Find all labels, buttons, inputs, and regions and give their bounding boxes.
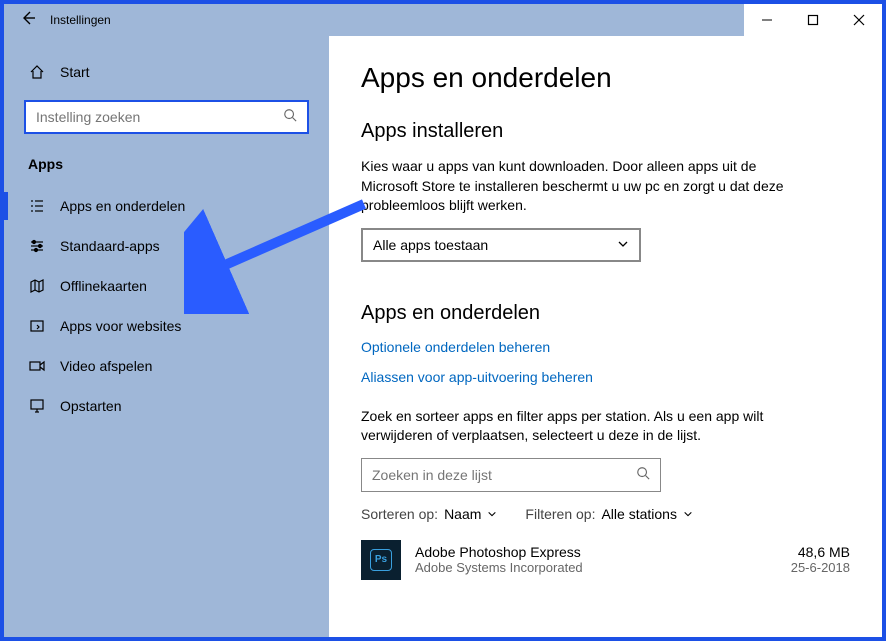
install-description: Kies waar u apps van kunt downloaden. Do… [361,157,791,216]
sidebar: Start Apps Apps en onderdelen [4,36,329,637]
app-list-search[interactable] [361,458,661,492]
sidebar-item-label: Standaard-apps [60,238,160,254]
app-row[interactable]: Ps Adobe Photoshop Express Adobe Systems… [361,540,850,580]
sidebar-section-title: Apps [4,152,329,186]
sort-label: Sorteren op: [361,506,438,522]
video-icon [28,358,46,374]
startup-icon [28,398,46,414]
sidebar-item-apps-and-features[interactable]: Apps en onderdelen [4,186,329,226]
filter-value: Alle stations [601,506,676,522]
back-button[interactable] [20,10,36,31]
features-heading: Apps en onderdelen [361,302,850,325]
filter-by-control[interactable]: Filteren op: Alle stations [525,506,693,522]
website-icon [28,318,46,334]
app-icon-badge: Ps [370,549,392,571]
search-icon [283,108,297,127]
sidebar-item-startup[interactable]: Opstarten [4,386,329,426]
apps-list-icon [28,198,46,214]
home-button[interactable]: Start [4,56,329,100]
window-title: Instellingen [50,13,111,27]
sidebar-item-label: Video afspelen [60,358,152,374]
sidebar-item-label: Apps voor websites [60,318,181,334]
defaults-icon [28,238,46,254]
features-description: Zoek en sorteer apps en filter apps per … [361,407,791,446]
map-icon [28,278,46,294]
settings-search[interactable] [24,100,309,134]
sidebar-item-default-apps[interactable]: Standaard-apps [4,226,329,266]
install-source-dropdown[interactable]: Alle apps toestaan [361,228,641,262]
home-label: Start [60,64,90,80]
close-button[interactable] [836,4,882,36]
install-heading: Apps installeren [361,120,850,143]
sort-value: Naam [444,506,481,522]
home-icon [28,64,46,80]
maximize-button[interactable] [790,4,836,36]
sidebar-item-apps-for-websites[interactable]: Apps voor websites [4,306,329,346]
content-area: Apps en onderdelen Apps installeren Kies… [329,36,882,637]
sidebar-item-offline-maps[interactable]: Offlinekaarten [4,266,329,306]
chevron-down-icon [683,509,693,519]
sort-by-control[interactable]: Sorteren op: Naam [361,506,497,522]
chevron-down-icon [487,509,497,519]
sidebar-item-label: Offlinekaarten [60,278,147,294]
minimize-button[interactable] [744,4,790,36]
link-app-aliases[interactable]: Aliassen voor app-uitvoering beheren [361,369,850,385]
app-size: 48,6 MB [791,544,850,560]
filter-label: Filteren op: [525,506,595,522]
app-list-search-input[interactable] [372,467,636,483]
titlebar: Instellingen [4,4,882,36]
app-icon: Ps [361,540,401,580]
app-publisher: Adobe Systems Incorporated [415,560,777,575]
search-icon [636,466,650,483]
app-name: Adobe Photoshop Express [415,544,777,560]
window-controls [744,4,882,36]
sidebar-item-label: Apps en onderdelen [60,198,185,214]
dropdown-value: Alle apps toestaan [373,237,488,253]
settings-search-input[interactable] [36,109,283,125]
link-optional-features[interactable]: Optionele onderdelen beheren [361,339,850,355]
sidebar-item-video-playback[interactable]: Video afspelen [4,346,329,386]
sidebar-item-label: Opstarten [60,398,121,414]
app-date: 25-6-2018 [791,560,850,575]
page-title: Apps en onderdelen [361,62,850,94]
chevron-down-icon [617,237,629,253]
